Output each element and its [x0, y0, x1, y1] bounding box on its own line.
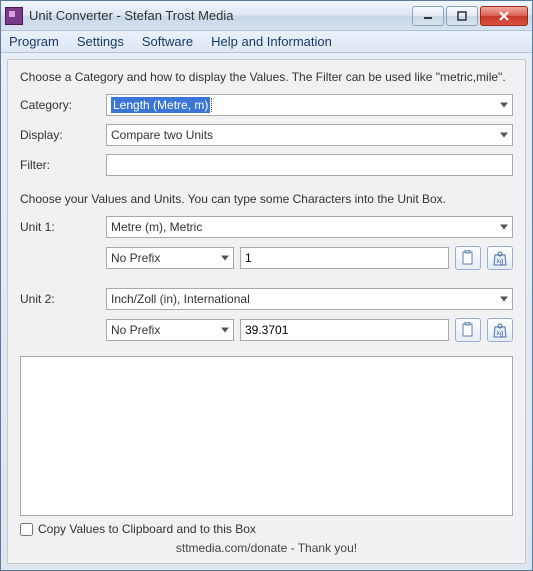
copy-checkbox-text: Copy Values to Clipboard and to this Box [38, 522, 256, 536]
filter-label: Filter: [20, 158, 106, 172]
maximize-icon [457, 11, 467, 21]
row-unit2-value: No Prefix kg [106, 318, 513, 342]
close-icon [499, 11, 509, 21]
client-area: Choose a Category and how to display the… [7, 59, 526, 564]
row-display: Display: Compare two Units [20, 124, 513, 146]
caret-indicator [211, 98, 212, 112]
row-unit2: Unit 2: Inch/Zoll (in), International [20, 288, 513, 310]
chevron-down-icon [500, 297, 508, 302]
unit2-prefix-value: No Prefix [111, 323, 160, 337]
unit2-combo[interactable]: Inch/Zoll (in), International [106, 288, 513, 310]
menu-settings[interactable]: Settings [77, 34, 124, 49]
filter-input[interactable] [106, 154, 513, 176]
category-combo[interactable]: Length (Metre, m) [106, 94, 513, 116]
unit2-copy-button[interactable] [455, 318, 481, 342]
category-label: Category: [20, 98, 106, 112]
kg-icon: kg [492, 250, 508, 266]
category-value: Length (Metre, m) [111, 97, 210, 113]
app-window: Unit Converter - Stefan Trost Media Prog… [0, 0, 533, 571]
unit1-combo[interactable]: Metre (m), Metric [106, 216, 513, 238]
unit2-kg-button[interactable]: kg [487, 318, 513, 342]
chevron-down-icon [500, 103, 508, 108]
menu-program[interactable]: Program [9, 34, 59, 49]
unit1-copy-button[interactable] [455, 246, 481, 270]
display-value: Compare two Units [111, 128, 213, 142]
row-unit1: Unit 1: Metre (m), Metric [20, 216, 513, 238]
close-button[interactable] [480, 6, 528, 26]
window-controls [412, 6, 528, 26]
category-hint: Choose a Category and how to display the… [20, 70, 513, 84]
values-hint: Choose your Values and Units. You can ty… [20, 192, 513, 206]
kg-icon: kg [492, 322, 508, 338]
unit1-prefix-combo[interactable]: No Prefix [106, 247, 234, 269]
menubar: Program Settings Software Help and Infor… [1, 31, 532, 53]
unit1-kg-button[interactable]: kg [487, 246, 513, 270]
titlebar[interactable]: Unit Converter - Stefan Trost Media [1, 1, 532, 31]
chevron-down-icon [221, 328, 229, 333]
display-combo[interactable]: Compare two Units [106, 124, 513, 146]
display-label: Display: [20, 128, 106, 142]
unit1-value-input[interactable] [240, 247, 449, 269]
copy-checkbox-label[interactable]: Copy Values to Clipboard and to this Box [20, 522, 513, 536]
clipboard-icon [461, 250, 475, 266]
unit2-value: Inch/Zoll (in), International [111, 292, 250, 306]
row-filter: Filter: [20, 154, 513, 176]
row-category: Category: Length (Metre, m) [20, 94, 513, 116]
menu-software[interactable]: Software [142, 34, 193, 49]
copy-checkbox[interactable] [20, 523, 33, 536]
chevron-down-icon [221, 256, 229, 261]
unit2-prefix-combo[interactable]: No Prefix [106, 319, 234, 341]
unit2-value-input[interactable] [240, 319, 449, 341]
clipboard-icon [461, 322, 475, 338]
minimize-button[interactable] [412, 6, 444, 26]
chevron-down-icon [500, 133, 508, 138]
svg-text:kg: kg [497, 331, 503, 337]
app-icon [5, 7, 23, 25]
chevron-down-icon [500, 225, 508, 230]
minimize-icon [423, 11, 433, 21]
unit2-label: Unit 2: [20, 292, 106, 306]
maximize-button[interactable] [446, 6, 478, 26]
donate-link[interactable]: sttmedia.com/donate - Thank you! [20, 536, 513, 557]
row-unit1-value: No Prefix kg [106, 246, 513, 270]
menu-help[interactable]: Help and Information [211, 34, 332, 49]
svg-text:kg: kg [497, 259, 503, 265]
unit1-value: Metre (m), Metric [111, 220, 202, 234]
unit1-label: Unit 1: [20, 220, 106, 234]
unit1-prefix-value: No Prefix [111, 251, 160, 265]
output-textbox[interactable] [20, 356, 513, 516]
window-title: Unit Converter - Stefan Trost Media [29, 8, 412, 23]
